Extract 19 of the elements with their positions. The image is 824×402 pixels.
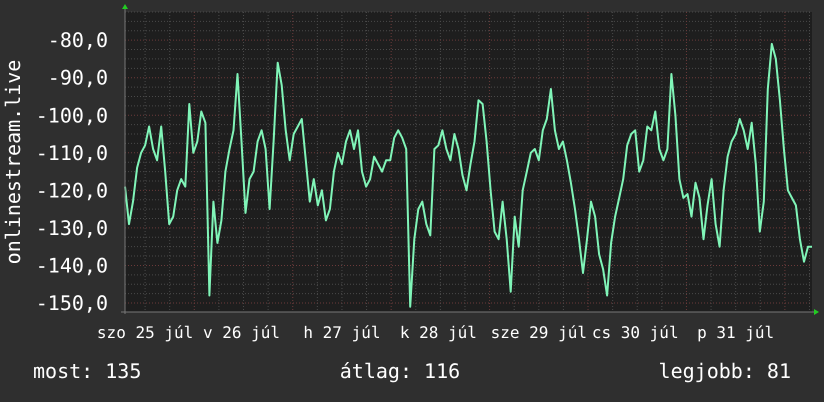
- y-tick-label: -90,0: [48, 66, 108, 90]
- x-tick-label: p 31 júl: [697, 323, 774, 342]
- x-tick-label: h 27 júl: [303, 323, 380, 342]
- y-tick-label: -130,0: [36, 216, 108, 240]
- x-tick-label: k 28 júl: [400, 323, 477, 342]
- y-tick-label: -150,0: [36, 291, 108, 315]
- x-tick-label: v 26 júl: [202, 323, 280, 342]
- stat-text: átlag: 116: [340, 361, 460, 381]
- x-tick-label: szo 25 júl: [96, 323, 194, 342]
- y-tick-label: -140,0: [36, 253, 108, 278]
- x-tick-label: cs 30 júl: [592, 323, 679, 342]
- y-tick-label: -100,0: [36, 103, 108, 128]
- y-tick-label: -80,0: [48, 28, 108, 52]
- stat-text: legjobb: 81: [658, 361, 791, 381]
- x-tick-label: sze 29 júl: [490, 323, 587, 342]
- y-tick-label: -110,0: [36, 140, 108, 165]
- stat-text: most: 135: [33, 361, 142, 381]
- y-axis-title: onlinestream.live: [1, 60, 25, 264]
- y-tick-label: -120,0: [36, 178, 108, 202]
